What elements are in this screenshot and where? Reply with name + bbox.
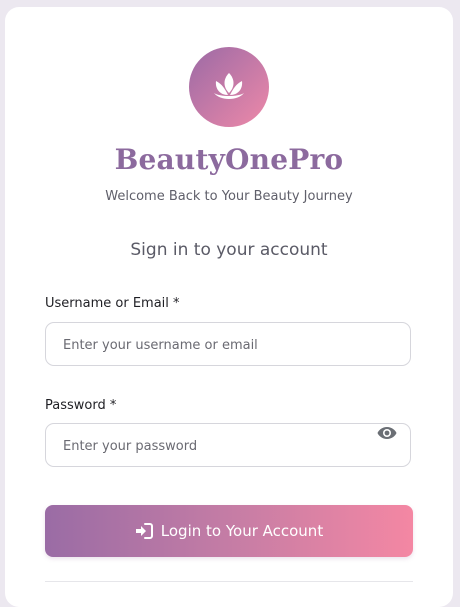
form-heading: Sign in to your account [130,240,328,260]
divider [45,581,413,582]
login-button[interactable]: Login to Your Account [45,505,413,557]
sign-in-icon [135,523,153,539]
brand-tagline: Welcome Back to Your Beauty Journey [105,189,353,204]
eye-icon [377,427,397,439]
username-field[interactable] [45,322,411,367]
login-button-label: Login to Your Account [160,522,324,540]
password-field[interactable] [45,423,411,468]
brand-name: BeautyOnePro [114,143,344,176]
show-password-toggle[interactable] [376,424,398,442]
password-label: Password * [45,398,117,413]
username-label: Username or Email * [45,296,180,311]
lotus-icon [214,73,244,99]
brand-logo [189,47,269,127]
login-card: BeautyOnePro Welcome Back to Your Beauty… [5,7,453,607]
username-input[interactable] [61,323,365,367]
password-input[interactable] [61,424,365,468]
